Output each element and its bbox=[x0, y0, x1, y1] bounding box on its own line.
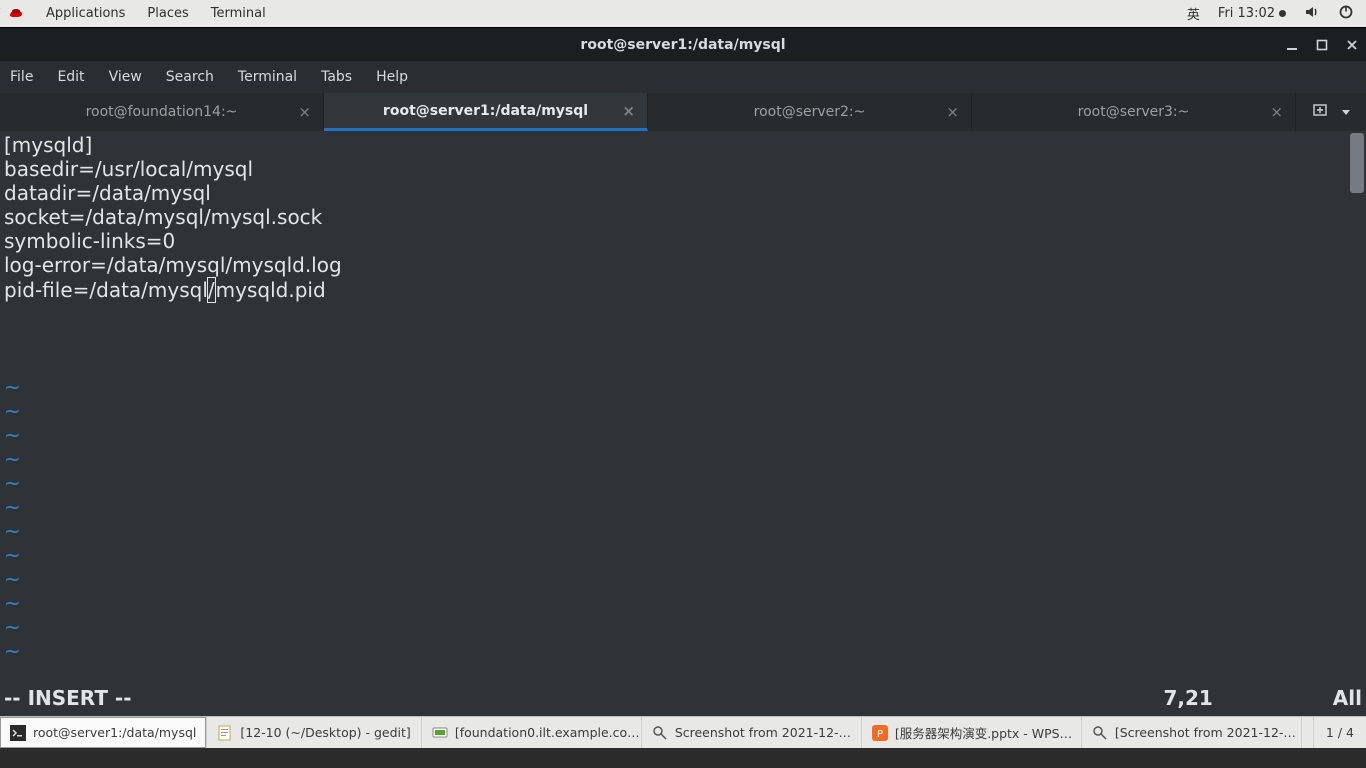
vim-tilde: ~ bbox=[4, 543, 1362, 567]
vim-tilde: ~ bbox=[4, 615, 1362, 639]
file-line: symbolic-links=0 bbox=[4, 229, 1362, 253]
gnome-top-panel: Applications Places Terminal 英 Fri 13:02 bbox=[0, 0, 1366, 27]
window-titlebar[interactable]: root@server1:/data/mysql bbox=[0, 27, 1366, 61]
svg-text:P: P bbox=[877, 729, 883, 740]
vim-status-line: -- INSERT -- 7,21 All bbox=[4, 686, 1362, 710]
vim-tilde: ~ bbox=[4, 519, 1362, 543]
new-tab-icon[interactable] bbox=[1312, 102, 1328, 122]
menu-terminal-sub[interactable]: Terminal bbox=[238, 69, 297, 85]
vim-tilde: ~ bbox=[4, 567, 1362, 591]
vim-tilde: ~ bbox=[4, 639, 1362, 663]
menu-file[interactable]: File bbox=[10, 69, 33, 85]
clock[interactable]: Fri 13:02 bbox=[1218, 6, 1286, 21]
workspace-indicator[interactable]: 1 / 4 bbox=[1313, 717, 1366, 748]
tab-overflow-controls bbox=[1296, 93, 1366, 131]
task-label: [Screenshot from 2021-12-… bbox=[1115, 725, 1296, 740]
tab-close-icon[interactable]: × bbox=[298, 103, 311, 121]
terminal-icon bbox=[10, 725, 26, 741]
tab-foundation14[interactable]: root@foundation14:~ × bbox=[0, 93, 324, 131]
vim-tilde: ~ bbox=[4, 471, 1362, 495]
image-viewer-icon bbox=[1092, 725, 1108, 741]
power-icon[interactable] bbox=[1338, 4, 1354, 24]
tab-server1[interactable]: root@server1:/data/mysql × bbox=[324, 93, 648, 131]
file-line: log-error=/data/mysql/mysqld.log bbox=[4, 253, 1362, 277]
menu-terminal[interactable]: Terminal bbox=[211, 6, 266, 21]
menu-tabs[interactable]: Tabs bbox=[321, 69, 352, 85]
task-label: [12-10 (~/Desktop) - gedit] bbox=[240, 725, 410, 740]
scrollbar-thumb[interactable] bbox=[1350, 133, 1364, 193]
task-screenshot-1[interactable]: Screenshot from 2021-12-… bbox=[642, 717, 862, 748]
vim-cursor-position: 7,21 bbox=[1163, 686, 1212, 710]
vim-scroll-percent: All bbox=[1333, 686, 1362, 710]
vim-tilde: ~ bbox=[4, 375, 1362, 399]
file-line: basedir=/usr/local/mysql bbox=[4, 157, 1362, 181]
vim-mode: -- INSERT -- bbox=[4, 686, 132, 710]
file-line: socket=/data/mysql/mysql.sock bbox=[4, 205, 1362, 229]
wps-icon: P bbox=[872, 725, 888, 741]
ime-indicator[interactable]: 英 bbox=[1187, 4, 1200, 23]
menu-search[interactable]: Search bbox=[166, 69, 214, 85]
task-terminal[interactable]: root@server1:/data/mysql bbox=[0, 717, 207, 748]
vim-tilde: ~ bbox=[4, 591, 1362, 615]
tab-label: root@server1:/data/mysql bbox=[383, 103, 588, 119]
vim-tilde: ~ bbox=[4, 495, 1362, 519]
window-title: root@server1:/data/mysql bbox=[580, 37, 785, 53]
tab-server3[interactable]: root@server3:~ × bbox=[972, 93, 1296, 131]
file-line: datadir=/data/mysql bbox=[4, 181, 1362, 205]
task-label: [foundation0.ilt.example.co… bbox=[455, 725, 640, 740]
window-close-button[interactable] bbox=[1344, 37, 1360, 53]
menu-help[interactable]: Help bbox=[376, 69, 408, 85]
task-wps[interactable]: P [服务器架构演变.pptx - WPS… bbox=[862, 717, 1082, 748]
gedit-icon bbox=[217, 725, 233, 741]
task-screenshot-2[interactable]: [Screenshot from 2021-12-… bbox=[1082, 717, 1302, 748]
window-minimize-button[interactable] bbox=[1284, 37, 1300, 53]
gnome-bottom-taskbar: root@server1:/data/mysql [12-10 (~/Deskt… bbox=[0, 716, 1366, 748]
tab-label: root@foundation14:~ bbox=[86, 104, 238, 120]
task-vm[interactable]: [foundation0.ilt.example.co… bbox=[422, 717, 642, 748]
tab-menu-icon[interactable] bbox=[1342, 104, 1350, 120]
tab-label: root@server2:~ bbox=[754, 104, 866, 120]
vm-icon bbox=[432, 725, 448, 741]
terminal-viewport[interactable]: [mysqld] basedir=/usr/local/mysql datadi… bbox=[0, 131, 1366, 716]
window-maximize-button[interactable] bbox=[1314, 37, 1330, 53]
task-label: root@server1:/data/mysql bbox=[33, 725, 196, 740]
tab-label: root@server3:~ bbox=[1078, 104, 1190, 120]
vim-tilde: ~ bbox=[4, 423, 1362, 447]
task-gedit[interactable]: [12-10 (~/Desktop) - gedit] bbox=[207, 717, 421, 748]
terminal-window: root@server1:/data/mysql File Edit View … bbox=[0, 27, 1366, 716]
terminal-tabbar: root@foundation14:~ × root@server1:/data… bbox=[0, 93, 1366, 131]
redhat-logo-icon bbox=[8, 6, 24, 22]
tab-close-icon[interactable]: × bbox=[622, 102, 635, 120]
vim-tilde: ~ bbox=[4, 447, 1362, 471]
tab-server2[interactable]: root@server2:~ × bbox=[648, 93, 972, 131]
tab-close-icon[interactable]: × bbox=[1270, 103, 1283, 121]
task-label: [服务器架构演变.pptx - WPS… bbox=[895, 723, 1072, 742]
vim-tilde: ~ bbox=[4, 399, 1362, 423]
menu-applications[interactable]: Applications bbox=[46, 6, 125, 21]
file-line: [mysqld] bbox=[4, 133, 1362, 157]
text-cursor: / bbox=[207, 277, 216, 303]
volume-icon[interactable] bbox=[1304, 4, 1320, 24]
task-label: Screenshot from 2021-12-… bbox=[675, 725, 851, 740]
menu-view[interactable]: View bbox=[109, 69, 142, 85]
file-line-cursor: pid-file=/data/mysql/mysqld.pid bbox=[4, 277, 1362, 303]
tab-close-icon[interactable]: × bbox=[946, 103, 959, 121]
image-viewer-icon bbox=[652, 725, 668, 741]
terminal-menubar: File Edit View Search Terminal Tabs Help bbox=[0, 61, 1366, 93]
menu-places[interactable]: Places bbox=[147, 6, 188, 21]
menu-edit[interactable]: Edit bbox=[57, 69, 84, 85]
